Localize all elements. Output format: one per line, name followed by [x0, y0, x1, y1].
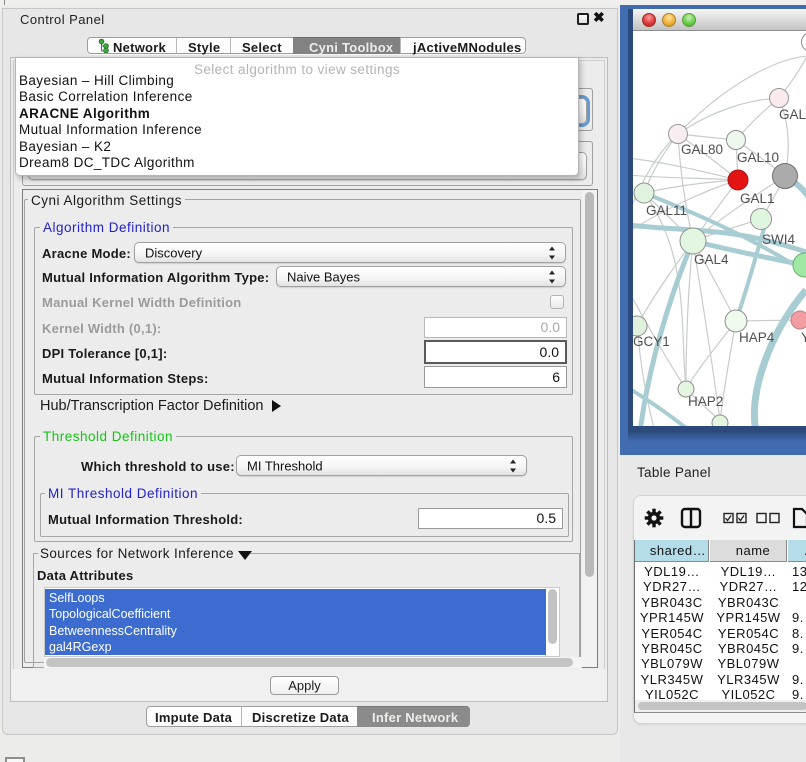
svg-text:GAL11: GAL11	[646, 203, 687, 218]
svg-text:GAL7: GAL7	[779, 107, 806, 122]
svg-text:HAP4: HAP4	[739, 330, 775, 345]
svg-text:GAL10: GAL10	[737, 150, 779, 165]
svg-text:GAL1: GAL1	[740, 191, 775, 206]
svg-text:SWI4: SWI4	[762, 232, 795, 247]
svg-text:Y: Y	[801, 330, 806, 345]
svg-text:GAL4: GAL4	[694, 252, 729, 267]
svg-text:GAL80: GAL80	[681, 142, 723, 157]
svg-text:HAP2: HAP2	[688, 394, 723, 409]
svg-text:GCY1: GCY1	[633, 334, 670, 349]
